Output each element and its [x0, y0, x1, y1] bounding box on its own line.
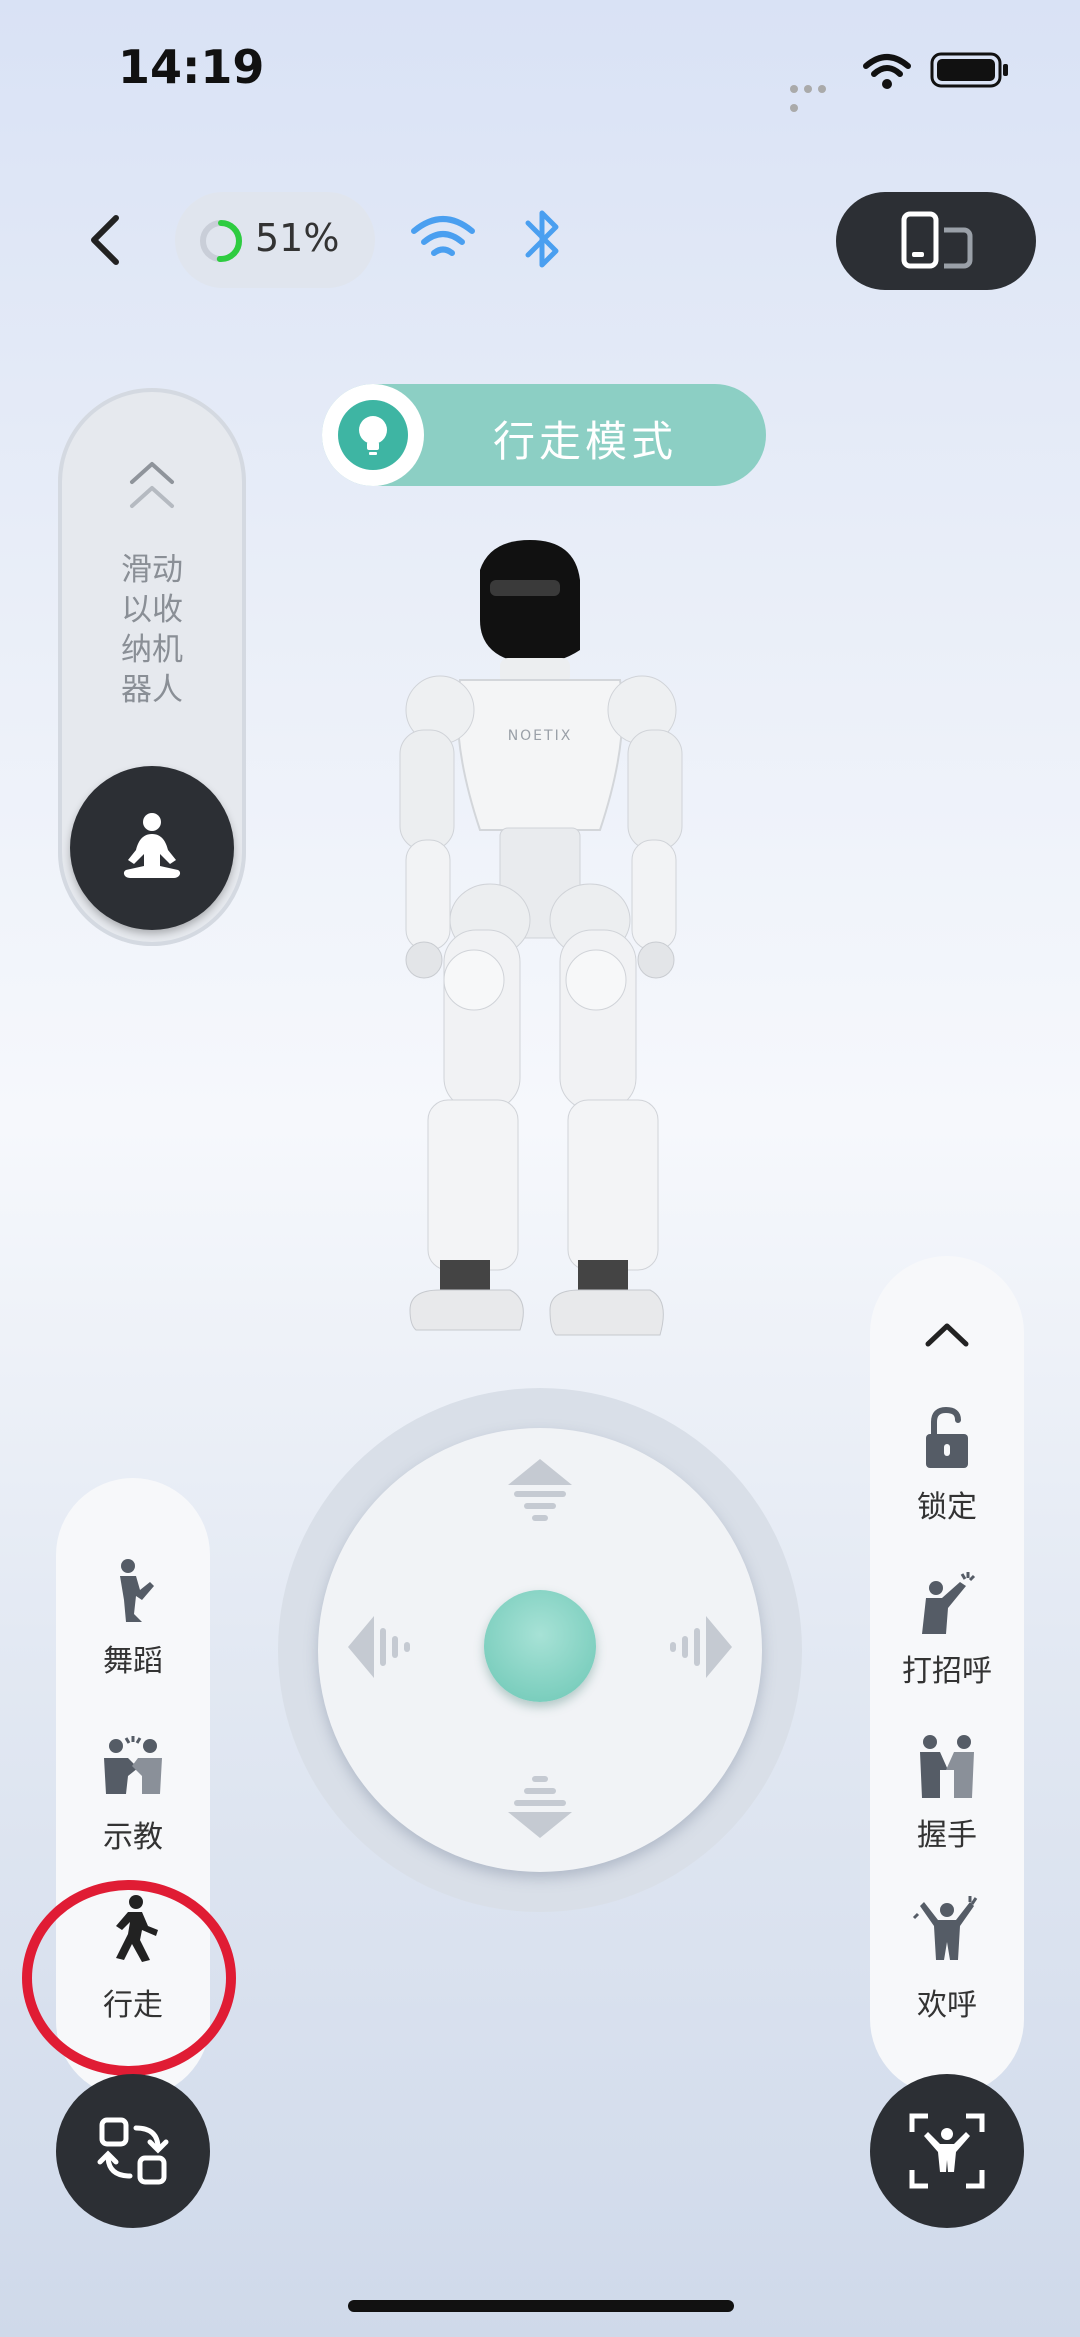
action-wave[interactable]: 打招呼 [870, 1568, 1024, 1690]
slide-hint-text: 滑动 以收 纳机 器人 [112, 550, 192, 710]
store-robot-handle[interactable] [70, 766, 234, 930]
slide-hint-line: 滑动 [121, 552, 183, 588]
swap-icon [97, 2117, 169, 2185]
action-label: 示教 [103, 1820, 163, 1855]
switch-mode-button[interactable] [56, 2074, 210, 2228]
move-forward-arrow-icon [508, 1459, 572, 1521]
phone-device-icon [901, 211, 973, 269]
teach-icon [104, 1736, 162, 1794]
move-right-arrow-icon [670, 1616, 732, 1678]
device-switch-button[interactable] [836, 192, 1036, 290]
dance-icon [120, 1559, 154, 1622]
battery-ring-icon [200, 220, 242, 262]
joystick-knob[interactable] [484, 1590, 596, 1702]
status-wifi-icon [863, 54, 911, 89]
scan-body-button[interactable] [870, 2074, 1024, 2228]
action-lock[interactable]: 锁定 [870, 1404, 1024, 1526]
robot-brand-text: NOETIX [508, 728, 573, 744]
cheer-icon [912, 1896, 978, 1960]
slide-hint-line: 器人 [121, 672, 183, 708]
bluetooth-icon[interactable] [520, 205, 564, 273]
slide-hint-line: 以收 [121, 592, 183, 628]
double-chevron-up-icon [130, 462, 174, 508]
action-dance[interactable]: 舞蹈 [56, 1556, 210, 1680]
action-label: 锁定 [917, 1490, 977, 1525]
mode-label: 行走模式 [492, 417, 677, 466]
battery-percent: 51% [255, 216, 340, 260]
move-backward-arrow-icon [508, 1776, 572, 1838]
chevron-up-icon[interactable] [920, 1314, 974, 1354]
signal-dots-icon [790, 78, 844, 112]
handshake-icon [920, 1735, 974, 1798]
action-cheer[interactable]: 欢呼 [870, 1894, 1024, 2024]
meditation-pose-icon [123, 813, 181, 878]
slide-hint-line: 纳机 [121, 632, 183, 668]
status-battery-icon [930, 52, 1008, 88]
action-label: 打招呼 [902, 1654, 992, 1689]
highlight-circle [22, 1880, 236, 2076]
lock-icon [926, 1406, 968, 1468]
body-scan-icon [909, 2113, 985, 2189]
action-label: 握手 [917, 1818, 977, 1853]
home-indicator[interactable] [348, 2300, 734, 2312]
move-left-arrow-icon [348, 1616, 410, 1678]
lightbulb-icon [338, 400, 408, 470]
robot-image: NOETIX [399, 540, 683, 1336]
action-label: 舞蹈 [103, 1644, 163, 1679]
wifi-connection-icon[interactable] [410, 213, 476, 265]
wave-icon [922, 1572, 976, 1634]
action-teach[interactable]: 示教 [56, 1732, 210, 1856]
action-label: 欢呼 [917, 1988, 977, 2023]
status-time: 14:19 [118, 40, 265, 94]
action-handshake[interactable]: 握手 [870, 1732, 1024, 1854]
back-button[interactable] [80, 210, 130, 270]
